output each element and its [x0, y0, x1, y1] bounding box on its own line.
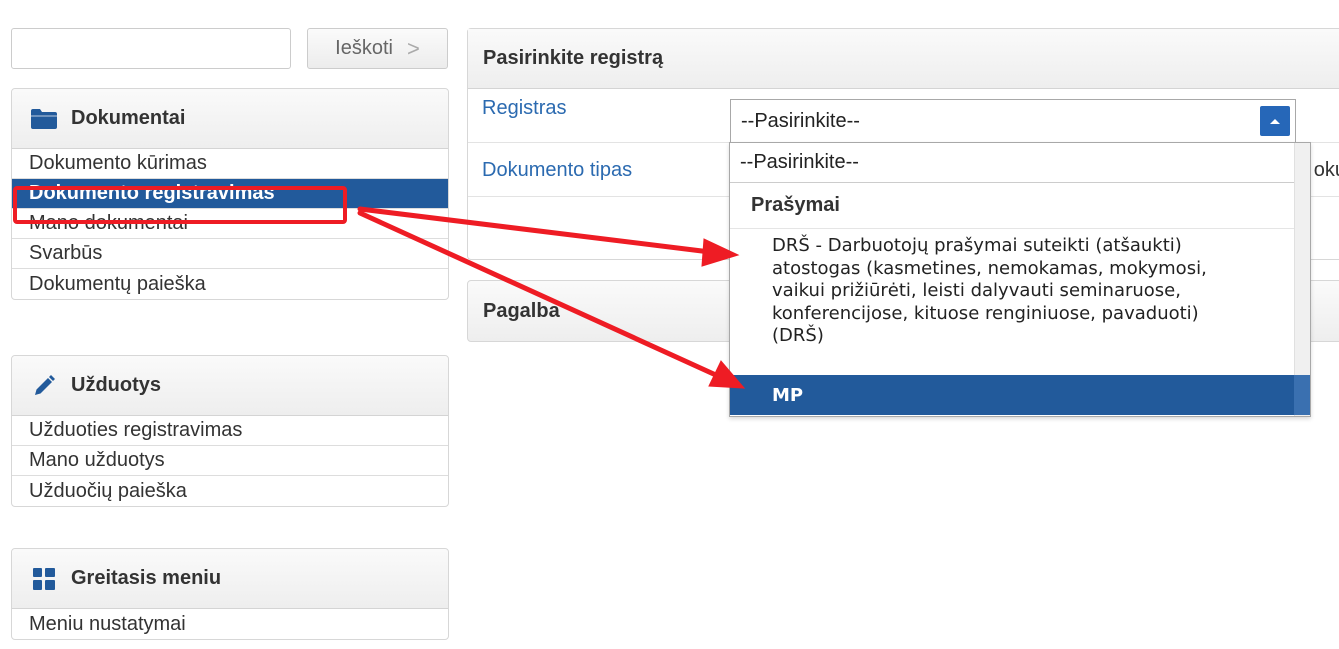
annotation-arrowhead	[701, 238, 740, 267]
annotation-arrows	[357, 206, 746, 389]
annotation-arrowhead	[708, 360, 746, 389]
annotation-arrow-line	[357, 210, 721, 379]
annotation-arrow-line	[357, 206, 713, 255]
